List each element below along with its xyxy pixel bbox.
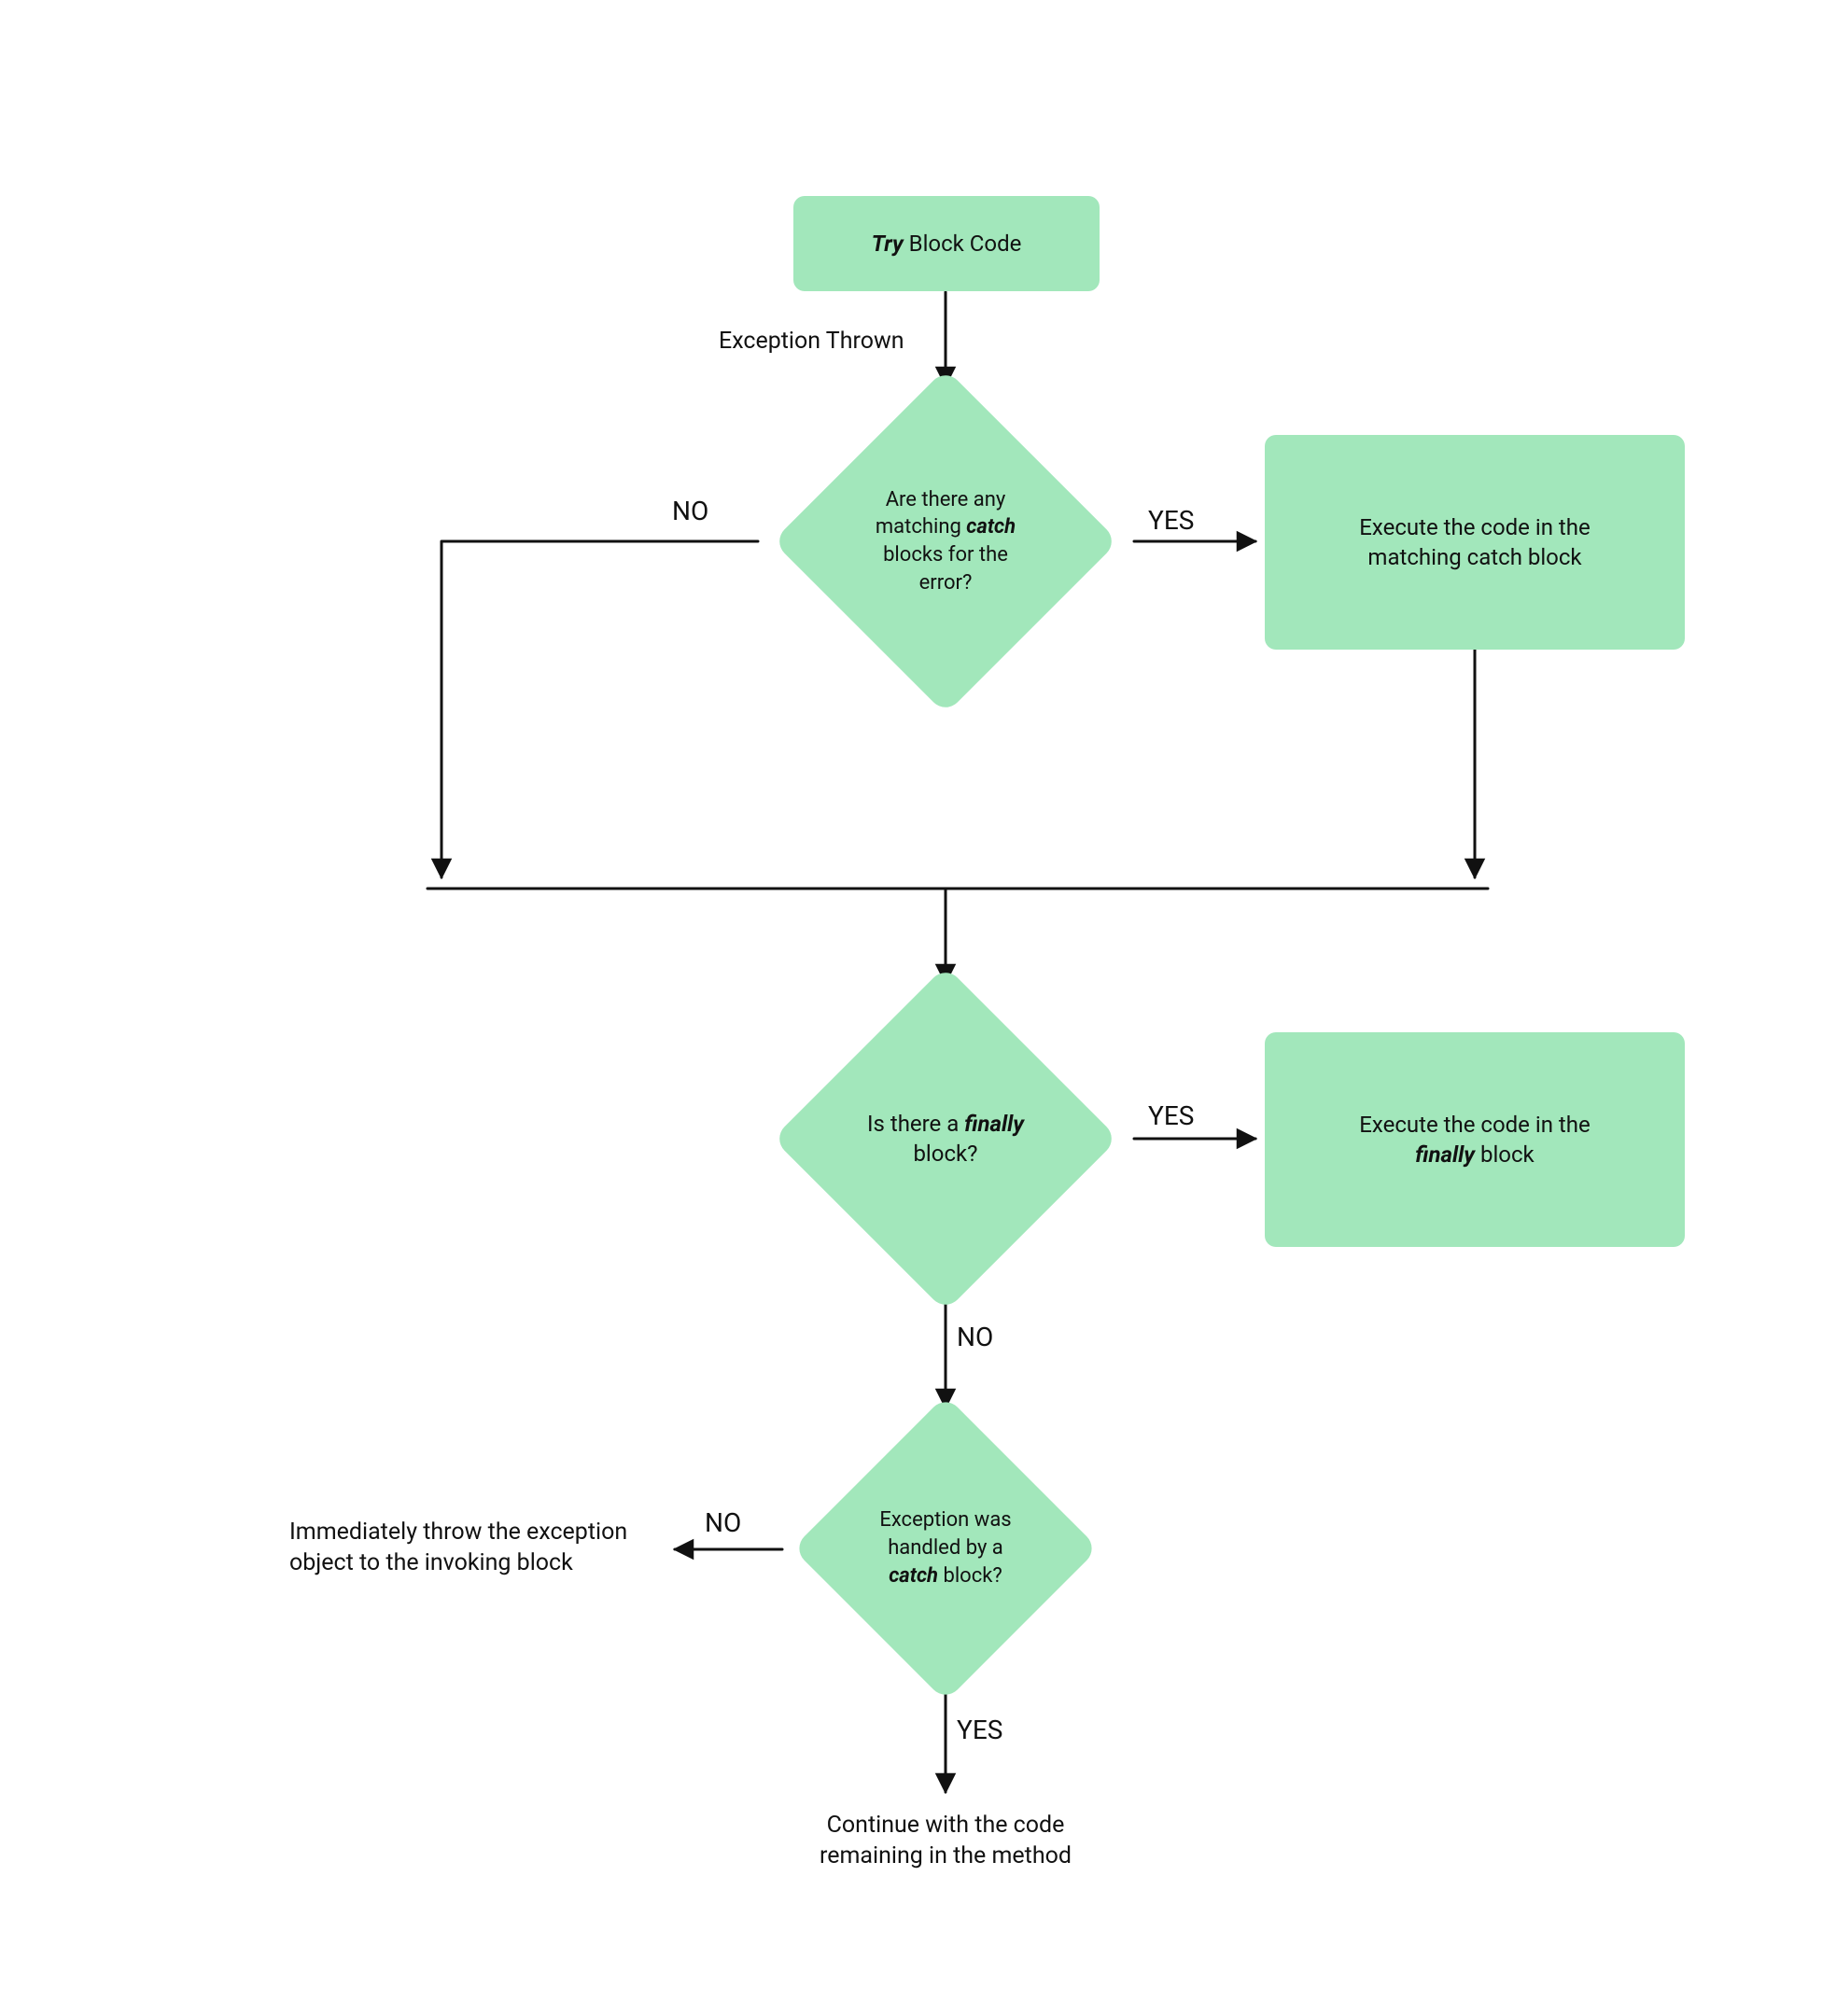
throw-l1: Immediately throw the exception: [289, 1518, 663, 1548]
d1-l1: Are there any: [876, 486, 1016, 514]
decision-matching-catch-text: Are there any matching catch blocks for …: [848, 486, 1044, 597]
d1-l3: blocks for the: [876, 541, 1016, 569]
branch-d1-no: NO: [672, 495, 708, 528]
flowchart-canvas: Try Block Code Exception Thrown Are ther…: [0, 0, 1822, 2016]
branch-d1-yes: YES: [1148, 504, 1194, 538]
d3-l2: handled by a: [879, 1534, 1011, 1562]
try-keyword: Try: [872, 231, 904, 257]
edge-label-exception-thrown: Exception Thrown: [719, 327, 904, 357]
terminal-continue: Continue with the code remaining in the …: [787, 1811, 1104, 1871]
branch-d3-yes: YES: [957, 1714, 1002, 1747]
node-try-block: Try Block Code: [793, 196, 1100, 291]
d3-l3: catch block?: [879, 1562, 1011, 1590]
node-exec-catch: Execute the code in the matching catch b…: [1265, 435, 1685, 650]
node-exec-finally: Execute the code in the finally block: [1265, 1032, 1685, 1247]
d2-l2: block?: [867, 1139, 1024, 1169]
p1-l1: Execute the code in the: [1359, 512, 1590, 542]
node-try-block-text: Try Block Code: [872, 229, 1022, 259]
decision-finally: Is there a finally block?: [759, 984, 1132, 1294]
try-rest: Block Code: [904, 231, 1022, 257]
d2-l1: Is there a finally: [867, 1109, 1024, 1139]
d1-l4: error?: [876, 569, 1016, 597]
cont-l2: remaining in the method: [787, 1841, 1104, 1872]
decision-handled-text: Exception was handled by a catch block?: [851, 1506, 1039, 1589]
branch-d2-no: NO: [957, 1321, 993, 1354]
cont-l1: Continue with the code: [787, 1811, 1104, 1841]
d3-l1: Exception was: [879, 1506, 1011, 1534]
branch-d3-no: NO: [705, 1506, 741, 1540]
d1-l2: matching catch: [876, 513, 1016, 541]
decision-matching-catch: Are there any matching catch blocks for …: [759, 386, 1132, 696]
p2-l2: finally block: [1415, 1140, 1534, 1169]
p2-l1: Execute the code in the: [1359, 1110, 1590, 1140]
decision-handled: Exception was handled by a catch block?: [782, 1409, 1109, 1687]
terminal-throw: Immediately throw the exception object t…: [289, 1518, 663, 1578]
decision-finally-text: Is there a finally block?: [839, 1109, 1052, 1169]
throw-l2: object to the invoking block: [289, 1548, 663, 1579]
p1-l2: matching catch block: [1367, 542, 1581, 572]
branch-d2-yes: YES: [1148, 1099, 1194, 1133]
